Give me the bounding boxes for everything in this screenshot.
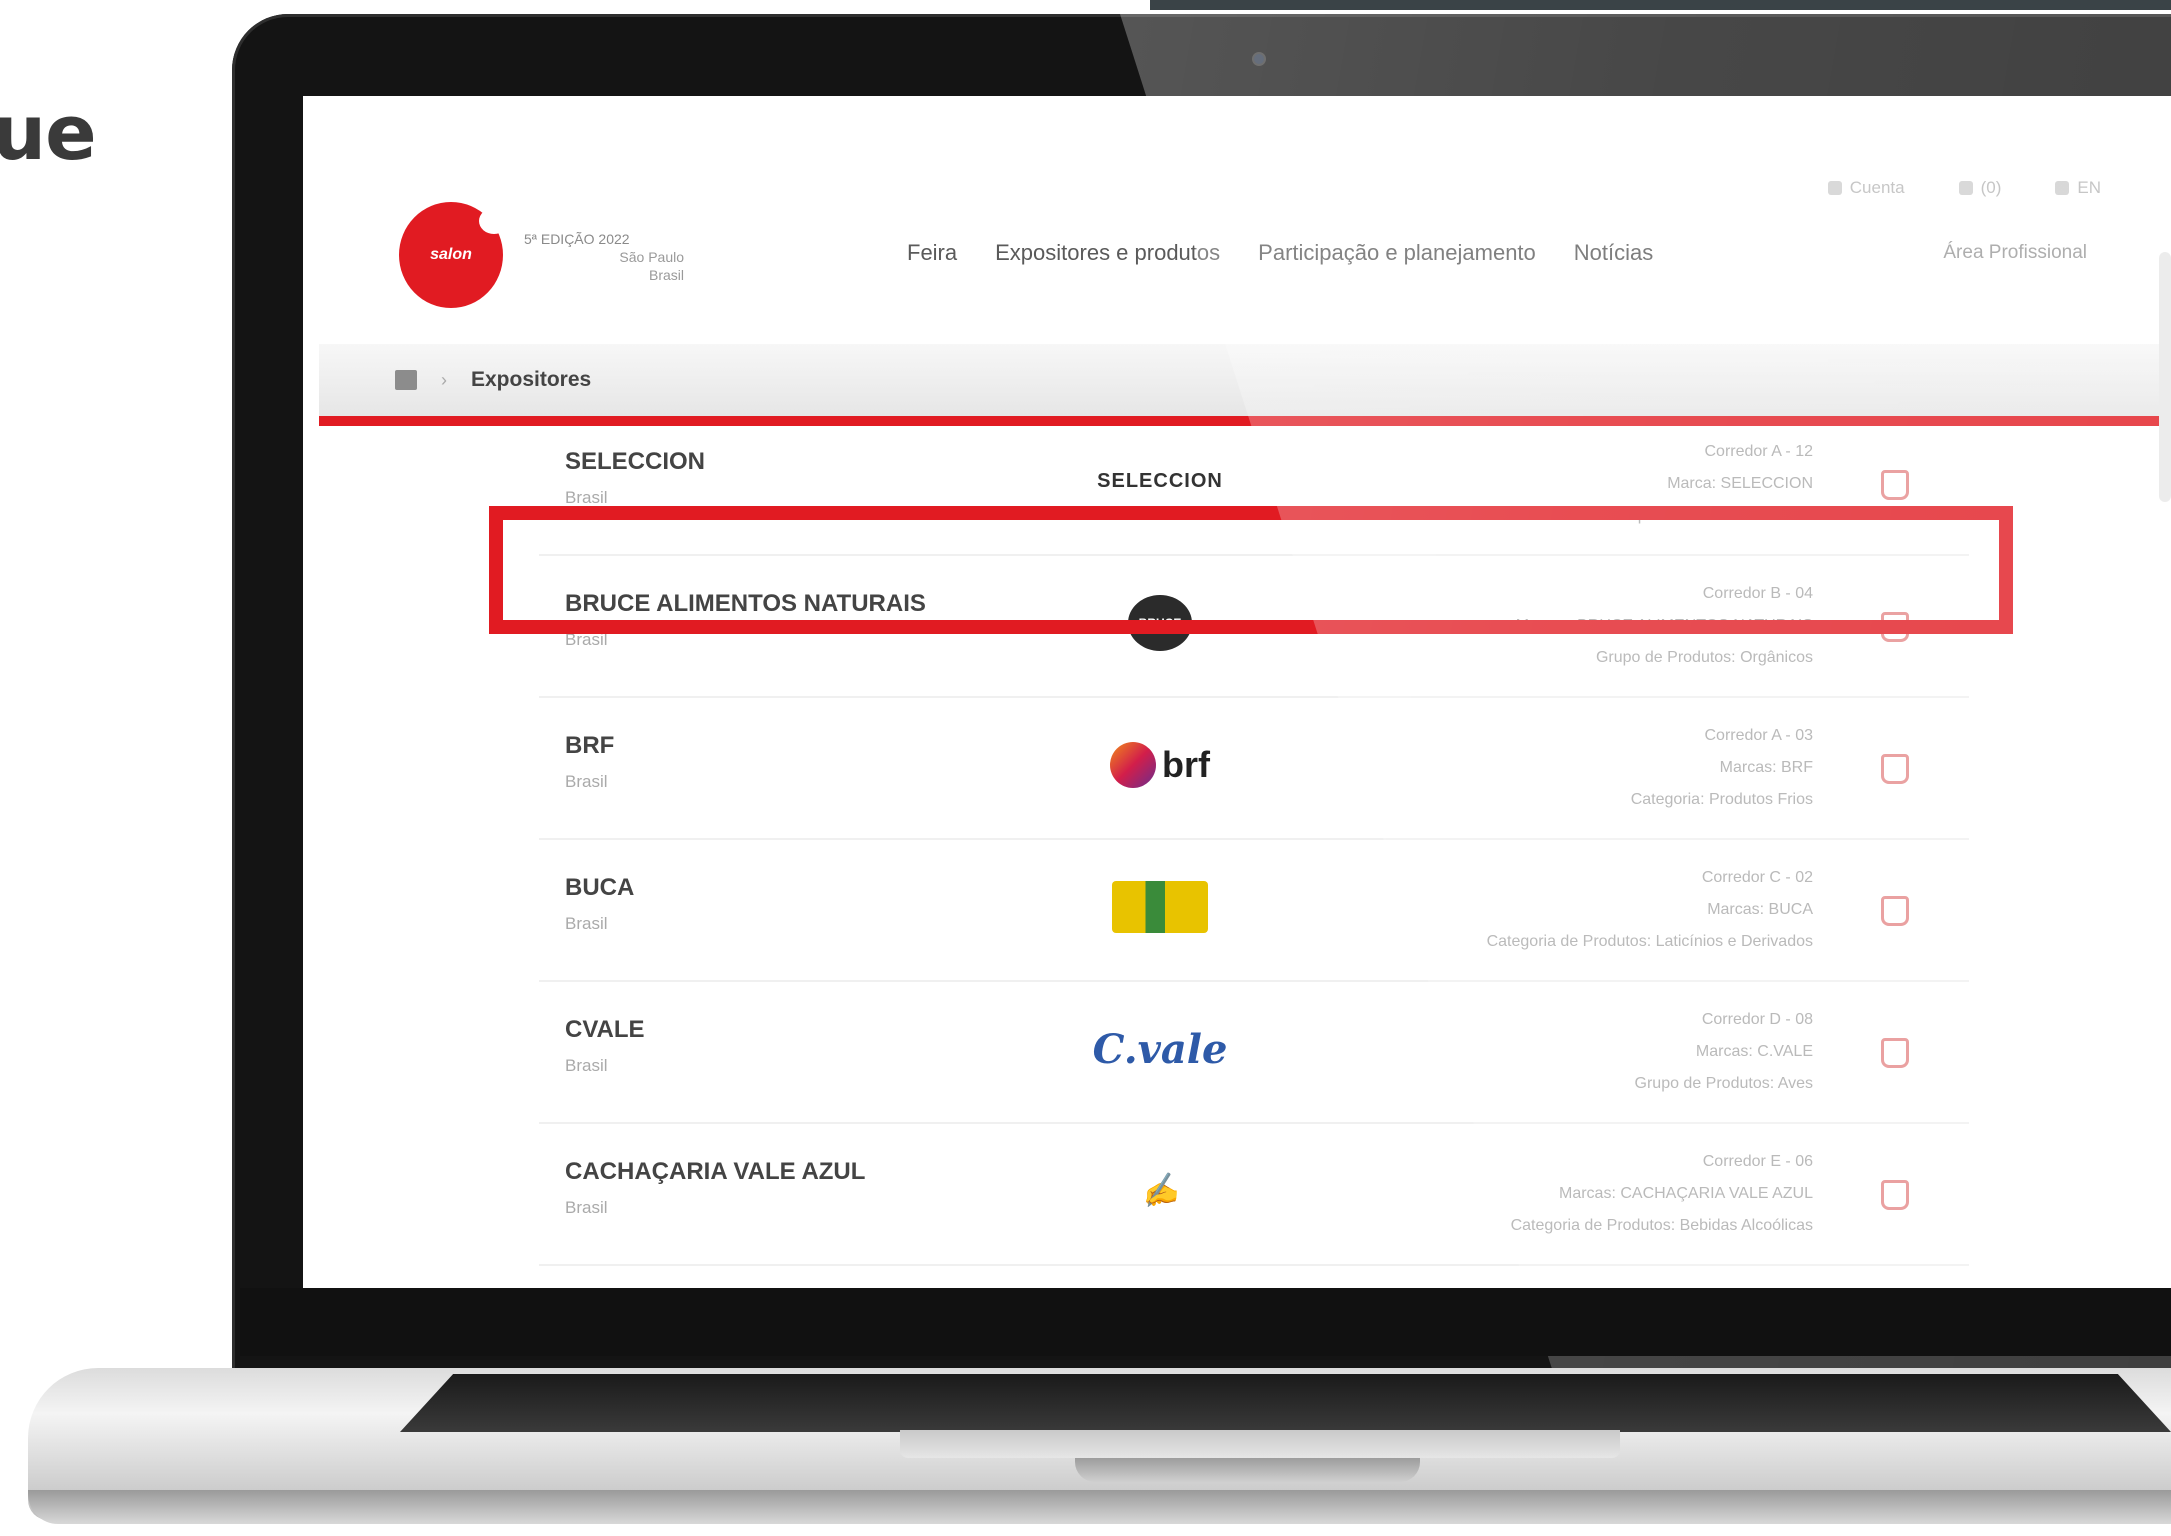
nav-item-expositores[interactable]: Expositores e produtos	[995, 240, 1220, 266]
exhibitor-row[interactable]: CVALE Brasil C.vale Corredor D - 08 Marc…	[539, 982, 1969, 1124]
exhibitor-country: Brasil	[565, 772, 608, 791]
monitor-rim	[1150, 0, 2171, 10]
keyboard	[400, 1374, 2171, 1432]
language-icon	[2055, 181, 2070, 195]
exhibitor-name[interactable]: CVALE	[565, 1016, 645, 1044]
exhibitor-logo: C.vale	[1093, 1018, 1228, 1080]
meta-line: Grupo de Produtos: Aves	[1634, 1075, 1813, 1092]
exhibitor-logo: SELECCION	[1097, 469, 1223, 492]
meta-line: Corredor B - 04	[1702, 585, 1813, 602]
meta-line: Corredor A - 03	[1704, 727, 1814, 744]
exhibitor-meta: Corredor A - 03 Marcas: BRF Categoria: P…	[1631, 720, 1813, 816]
meta-line: Marcas: BUCA	[1707, 901, 1813, 918]
base-edge	[28, 1490, 2171, 1524]
exhibitor-country: Brasil	[565, 630, 608, 649]
exhibitor-name[interactable]: CACHAÇARIA VALE AZUL	[565, 1158, 865, 1186]
exhibitor-meta: Corredor A - 12 Marca: SELECCION Grupo d…	[1611, 436, 1813, 532]
exhibitor-row[interactable]: BUCA Brasil Corredor C - 02 Marcas: BUCA…	[539, 840, 1969, 982]
nav-item-feira[interactable]: Feira	[907, 240, 957, 266]
utility-account[interactable]: Cuenta	[1827, 178, 1905, 198]
exhibitor-row[interactable]: CACHAÇARIA VALE AZUL Brasil ✍ Corredor E…	[539, 1124, 1969, 1266]
exhibitor-name[interactable]: BRF	[565, 732, 614, 760]
exhibitor-logo	[1104, 876, 1216, 938]
favorite-icon[interactable]	[1881, 896, 1909, 926]
utility-bar: Cuenta (0) EN	[1827, 178, 2101, 198]
exhibitor-meta: Corredor C - 02 Marcas: BUCA Categoria d…	[1487, 862, 1813, 958]
user-icon	[1827, 181, 1842, 195]
exhibitor-country: Brasil	[565, 488, 608, 507]
buca-logo	[1112, 881, 1208, 933]
exhibitor-country: Brasil	[565, 1056, 608, 1075]
exhibitor-row[interactable]: BRUCE ALIMENTOS NATURAIS Brasil BRUCE Co…	[539, 556, 1969, 698]
event-info-line: São Paulo	[619, 249, 684, 265]
event-info-line: Brasil	[648, 267, 684, 283]
section-heading: ue	[0, 88, 97, 177]
favorite-icon[interactable]	[1881, 612, 1909, 642]
meta-line: Marcas: C.VALE	[1695, 1043, 1813, 1060]
exhibitor-meta: Corredor E - 06 Marcas: CACHAÇARIA VALE …	[1511, 1146, 1813, 1242]
nav-item-noticias[interactable]: Notícias	[1574, 240, 1653, 266]
exhibitor-country: Brasil	[565, 914, 608, 933]
meta-line: Categoria de Produtos: Laticínios e Deri…	[1486, 933, 1813, 950]
trackpad	[900, 1430, 1620, 1458]
logo-bite	[479, 208, 509, 234]
exhibitor-meta: Corredor D - 08 Marcas: C.VALE Grupo de …	[1635, 1004, 1813, 1100]
cvale-logo: C.vale	[1092, 1025, 1228, 1073]
favorite-icon[interactable]	[1881, 470, 1909, 500]
meta-line: Categoria de Produtos: Bebidas Alcoólica…	[1510, 1217, 1813, 1234]
exhibitor-country: Brasil	[565, 1198, 608, 1217]
meta-line: Marcas: BRF	[1719, 759, 1813, 776]
event-info: 5ª EDIÇÃO 2022 São Paulo Brasil	[524, 230, 684, 284]
meta-line: Corredor A - 12	[1704, 443, 1814, 460]
exhibitor-name[interactable]: BUCA	[565, 874, 634, 902]
site-logo[interactable]: salon	[399, 202, 509, 308]
nav-item-participacao[interactable]: Participação e planejamento	[1258, 240, 1536, 266]
utility-language[interactable]: EN	[2055, 178, 2101, 198]
exhibitor-name[interactable]: BRUCE ALIMENTOS NATURAIS	[565, 590, 926, 618]
utility-cart[interactable]: (0)	[1958, 178, 2001, 198]
signature-logo: ✍	[1138, 1169, 1182, 1213]
brf-logo-text: brf	[1162, 744, 1210, 785]
lid-notch	[1075, 1458, 1420, 1482]
website: Cuenta (0) EN salon 5ª EDIÇÃO 2022 São P…	[319, 162, 2171, 1288]
home-icon[interactable]	[395, 370, 417, 390]
meta-line: Marca: SELECCION	[1667, 475, 1813, 492]
meta-line: Corredor D - 08	[1701, 1011, 1813, 1028]
favorite-icon[interactable]	[1881, 1038, 1909, 1068]
laptop-screen: Cuenta (0) EN salon 5ª EDIÇÃO 2022 São P…	[303, 96, 2171, 1288]
breadcrumb-current: Expositores	[471, 368, 592, 391]
meta-line: Corredor C - 02	[1701, 869, 1813, 886]
meta-line: Grupo de Produtos: Bebidas	[1611, 507, 1813, 524]
meta-line: Marcas: BRUCE ALIMENTOS NATURAIS	[1515, 617, 1813, 634]
main-nav: Feira Expositores e produtos Participaçã…	[907, 240, 1653, 266]
logo-text: salon	[430, 246, 472, 263]
favorite-icon[interactable]	[1881, 1180, 1909, 1210]
cart-icon	[1958, 181, 1973, 195]
chevron-right-icon: ›	[441, 369, 447, 390]
exhibitor-logo: brf	[1104, 734, 1216, 796]
brf-logo: brf	[1110, 742, 1210, 788]
scrollbar[interactable]	[2159, 252, 2171, 502]
screen-bezel	[240, 1288, 2171, 1356]
exhibitor-row[interactable]: BRF Brasil brf Corredor A - 03 Marcas: B…	[539, 698, 1969, 840]
event-info-line: 5ª EDIÇÃO 2022	[524, 231, 630, 247]
meta-line: Corredor E - 06	[1702, 1153, 1813, 1170]
meta-line: Marcas: CACHAÇARIA VALE AZUL	[1559, 1185, 1813, 1202]
exhibitor-logo: ✍	[1104, 1160, 1216, 1222]
favorite-icon[interactable]	[1881, 754, 1909, 784]
exhibitor-logo: BRUCE	[1104, 592, 1216, 654]
webcam-icon	[1252, 52, 1266, 66]
exhibitor-row[interactable]: SELECCION Brasil SELECCION Corredor A - …	[539, 414, 1969, 556]
meta-line: Grupo de Produtos: Orgânicos	[1595, 649, 1813, 666]
exhibitor-meta: Corredor B - 04 Marcas: BRUCE ALIMENTOS …	[1516, 578, 1813, 674]
exhibitor-name[interactable]: SELECCION	[565, 448, 705, 476]
meta-line: Categoria: Produtos Frios	[1630, 791, 1813, 808]
bruce-logo: BRUCE	[1128, 595, 1192, 651]
account-link[interactable]: Área Profissional	[1943, 242, 2087, 264]
brf-logo-mark	[1110, 742, 1156, 788]
